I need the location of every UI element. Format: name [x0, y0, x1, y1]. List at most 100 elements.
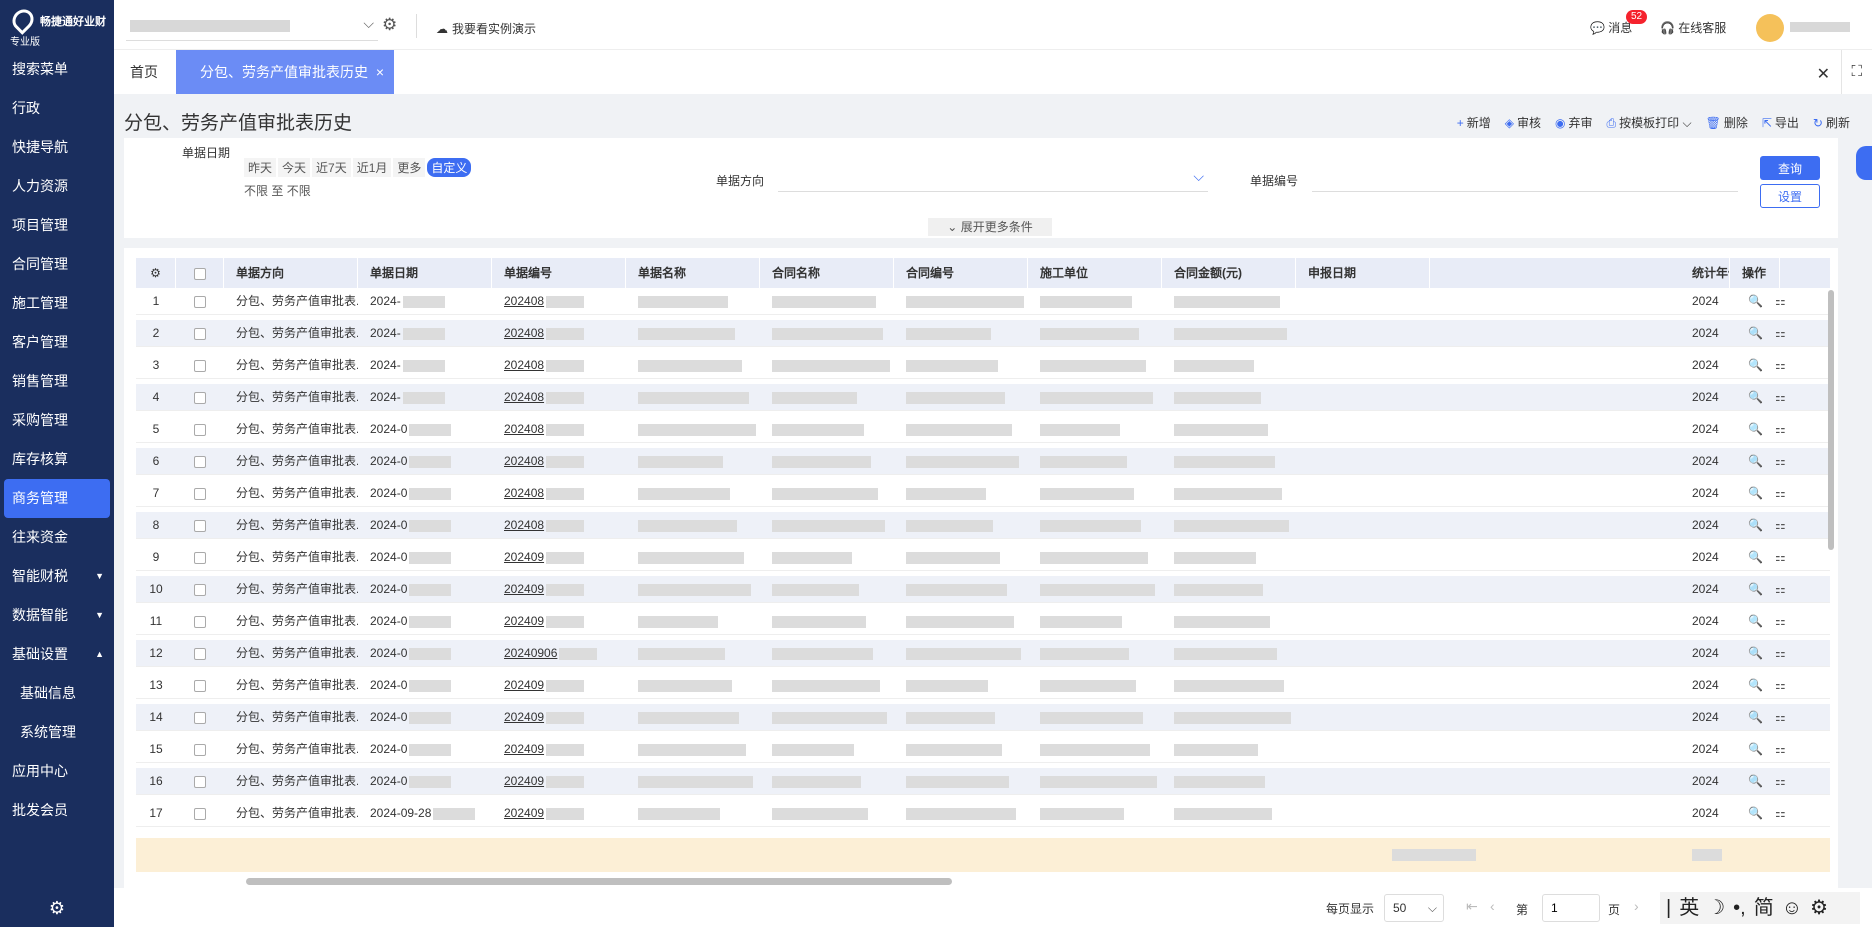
fullscreen-icon[interactable]: ⛶ [1851, 63, 1862, 80]
table-row[interactable]: 7 分包、劳务产值审批表... 2024-0 202408 2024 🔍 ⚏ [136, 480, 1830, 507]
row-checkbox[interactable] [176, 576, 224, 603]
qr-icon[interactable]: ⚏ [1775, 582, 1786, 596]
vertical-scrollbar[interactable] [1828, 290, 1834, 550]
checkbox[interactable] [194, 359, 206, 372]
messages-button[interactable]: 💬 消息 52 [1590, 10, 1648, 36]
sidebar-item[interactable]: 采购管理 [0, 401, 114, 440]
view-icon[interactable]: 🔍 [1748, 358, 1763, 372]
sidebar-item[interactable]: 基础信息 [0, 674, 114, 713]
view-icon[interactable]: 🔍 [1748, 422, 1763, 436]
direction-select[interactable]: ⌵ [778, 166, 1208, 192]
sidebar-item[interactable]: 基础设置 ▲ [0, 635, 114, 674]
qr-icon[interactable]: ⚏ [1775, 774, 1786, 788]
table-row[interactable]: 6 分包、劳务产值审批表... 2024-0 202408 2024 🔍 ⚏ [136, 448, 1830, 475]
sidebar-item[interactable]: 系统管理 [0, 713, 114, 752]
date-chip[interactable]: 近7天 [312, 158, 351, 177]
checkbox[interactable] [194, 391, 206, 404]
table-row[interactable]: 17 分包、劳务产值审批表... 2024-09-28 202409 2024 🔍 ⚏ [136, 800, 1830, 827]
table-row[interactable]: 10 分包、劳务产值审批表... 2024-0 202409 2024 🔍 ⚏ [136, 576, 1830, 603]
tab-approval-history[interactable]: 分包、劳务产值审批表历史 × [176, 50, 394, 94]
checkbox[interactable] [194, 743, 206, 756]
ime-item[interactable]: ☽ [1707, 897, 1725, 919]
sidebar-item[interactable]: 智能财税 ▼ [0, 557, 114, 596]
row-checkbox[interactable] [176, 416, 224, 443]
sidebar-item[interactable]: 行政 [0, 89, 114, 128]
checkbox[interactable] [194, 647, 206, 660]
cell-docno-link[interactable]: 202409 [492, 800, 626, 827]
cell-docno-link[interactable]: 202409 [492, 768, 626, 795]
qr-icon[interactable]: ⚏ [1775, 422, 1786, 436]
row-checkbox[interactable] [176, 544, 224, 571]
toolbar-button[interactable]: ↻ 刷新 [1813, 116, 1850, 130]
row-checkbox[interactable] [176, 512, 224, 539]
sidebar-item[interactable]: 商务管理 [4, 479, 110, 518]
column-header[interactable]: 统计年份 [1680, 258, 1730, 288]
row-checkbox[interactable] [176, 704, 224, 731]
demo-link[interactable]: ☁ 我要看实例演示 [436, 20, 536, 37]
table-row[interactable]: 11 分包、劳务产值审批表... 2024-0 202409 2024 🔍 ⚏ [136, 608, 1830, 635]
table-row[interactable]: 4 分包、劳务产值审批表... 2024- 202408 2024 🔍 ⚏ [136, 384, 1830, 411]
row-checkbox[interactable] [176, 352, 224, 379]
view-icon[interactable]: 🔍 [1748, 742, 1763, 756]
cell-docno-link[interactable]: 202409 [492, 736, 626, 763]
column-header[interactable]: 单据名称 [626, 258, 760, 288]
cell-docno-link[interactable]: 202409 [492, 576, 626, 603]
row-checkbox[interactable] [176, 608, 224, 635]
cell-docno-link[interactable]: 202408 [492, 416, 626, 443]
checkbox[interactable] [194, 775, 206, 788]
page-size-select[interactable]: 50 ⌵ [1384, 894, 1444, 922]
cell-docno-link[interactable]: 202408 [492, 480, 626, 507]
qr-icon[interactable]: ⚏ [1775, 678, 1786, 692]
checkbox[interactable] [194, 423, 206, 436]
gear-icon[interactable]: ⚙ [382, 15, 397, 35]
qr-icon[interactable]: ⚏ [1775, 390, 1786, 404]
page-number-input[interactable] [1542, 894, 1600, 922]
toolbar-button[interactable]: ⇱ 导出 [1762, 116, 1799, 130]
table-row[interactable]: 13 分包、劳务产值审批表... 2024-0 202409 2024 🔍 ⚏ [136, 672, 1830, 699]
floating-assistant-button[interactable] [1856, 146, 1872, 180]
view-icon[interactable]: 🔍 [1748, 774, 1763, 788]
view-icon[interactable]: 🔍 [1748, 678, 1763, 692]
avatar[interactable] [1756, 14, 1784, 42]
view-icon[interactable]: 🔍 [1748, 582, 1763, 596]
checkbox[interactable] [194, 519, 206, 532]
row-checkbox[interactable] [176, 800, 224, 827]
qr-icon[interactable]: ⚏ [1775, 294, 1786, 308]
view-icon[interactable]: 🔍 [1748, 294, 1763, 308]
cell-docno-link[interactable]: 202409 [492, 608, 626, 635]
cell-docno-link[interactable]: 202409 [492, 672, 626, 699]
first-page-icon[interactable]: ⇤ [1466, 898, 1478, 915]
ime-item[interactable]: •, [1733, 897, 1746, 919]
column-header[interactable]: 合同编号 [894, 258, 1028, 288]
company-select[interactable]: ⌵ [126, 13, 378, 41]
row-checkbox[interactable] [176, 640, 224, 667]
close-all-tabs-icon[interactable]: ✕ [1817, 64, 1830, 84]
checkbox[interactable] [194, 583, 206, 596]
checkbox[interactable] [194, 551, 206, 564]
view-icon[interactable]: 🔍 [1748, 806, 1763, 820]
checkbox[interactable] [194, 295, 206, 308]
toolbar-button[interactable]: 🗑 删除 [1706, 116, 1748, 130]
sidebar-item[interactable]: 库存核算 [0, 440, 114, 479]
table-row[interactable]: 16 分包、劳务产值审批表... 2024-0 202409 2024 🔍 ⚏ [136, 768, 1830, 795]
row-checkbox[interactable] [176, 672, 224, 699]
date-chip[interactable]: 近1月 [352, 158, 392, 177]
qr-icon[interactable]: ⚏ [1775, 742, 1786, 756]
view-icon[interactable]: 🔍 [1748, 518, 1763, 532]
qr-icon[interactable]: ⚏ [1775, 454, 1786, 468]
row-checkbox[interactable] [176, 480, 224, 507]
cell-docno-link[interactable]: 202408 [492, 512, 626, 539]
table-row[interactable]: 14 分包、劳务产值审批表... 2024-0 202409 2024 🔍 ⚏ [136, 704, 1830, 731]
table-row[interactable]: 2 分包、劳务产值审批表... 2024- 202408 2024 🔍 ⚏ [136, 320, 1830, 347]
column-settings-icon[interactable]: ⚙ [136, 258, 176, 288]
checkbox[interactable] [194, 455, 206, 468]
cell-docno-link[interactable]: 202408 [492, 352, 626, 379]
qr-icon[interactable]: ⚏ [1775, 486, 1786, 500]
checkbox[interactable] [194, 679, 206, 692]
username-redacted[interactable] [1790, 22, 1850, 32]
toolbar-button[interactable]: ◉ 弃审 [1555, 116, 1593, 130]
qr-icon[interactable]: ⚏ [1775, 358, 1786, 372]
row-checkbox[interactable] [176, 320, 224, 347]
date-chip[interactable]: 更多 [393, 158, 426, 177]
column-header[interactable]: 施工单位 [1028, 258, 1162, 288]
